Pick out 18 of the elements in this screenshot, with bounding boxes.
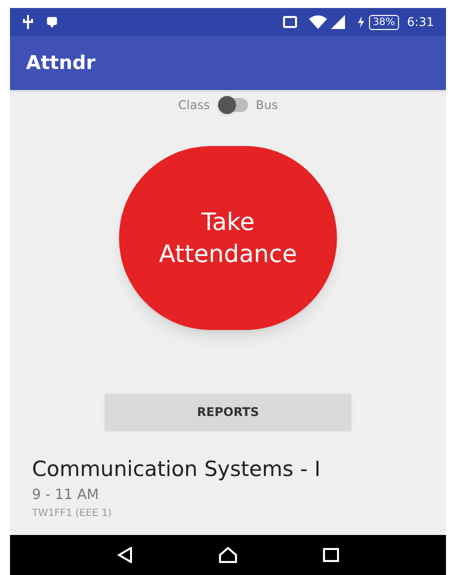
take-attendance-button[interactable]: Take Attendance — [119, 146, 337, 330]
course-name: Communication Systems - I — [32, 456, 322, 482]
back-icon[interactable] — [117, 547, 133, 563]
wifi-icon — [308, 15, 327, 29]
home-icon[interactable] — [219, 547, 237, 563]
mode-switch[interactable] — [218, 98, 248, 112]
signal-icon — [330, 15, 345, 29]
clock: 6:31 — [407, 14, 434, 31]
session-time: 9 - 11 AM — [32, 486, 100, 505]
switch-label: Bus — [256, 97, 278, 114]
switch-label: Class — [178, 97, 210, 114]
charging-icon — [356, 16, 365, 28]
battery-level: 38% — [368, 14, 400, 30]
room-label: TW1FF1 (EEE 1) — [32, 507, 113, 521]
reports-button[interactable]: REPORTS — [105, 394, 351, 430]
app-title: Attndr — [26, 50, 96, 76]
notification-icon — [46, 16, 58, 28]
recents-icon[interactable] — [323, 548, 339, 562]
